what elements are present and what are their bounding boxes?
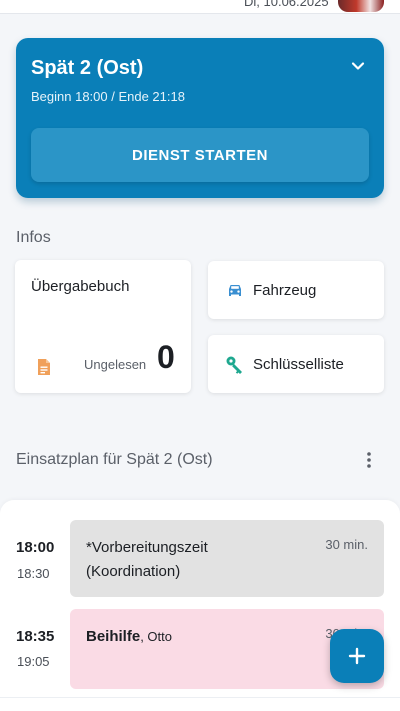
car-icon <box>229 285 241 296</box>
avatar[interactable] <box>338 0 384 12</box>
shift-card: Spät 2 (Ost) Beginn 18:00 / Ende 21:18 D… <box>16 38 384 198</box>
entry-end-time: 18:30 <box>17 566 50 581</box>
entry-end-time: 19:05 <box>17 654 50 669</box>
entry-title: Beihilfe, Otto <box>86 625 306 649</box>
plus-icon <box>348 647 366 665</box>
add-button[interactable] <box>330 629 384 683</box>
more-vert-icon[interactable] <box>362 451 376 469</box>
fahrzeug-label: Fahrzeug <box>253 282 317 299</box>
unread-count: 0 <box>157 339 175 375</box>
infos-heading: Infos <box>16 229 51 246</box>
plan-entry[interactable]: *Vorbereitungszeit (Koordination) 30 min… <box>70 520 384 597</box>
plan-heading: Einsatzplan für Spät 2 (Ost) <box>16 451 213 468</box>
uebergabebuch-card[interactable]: Übergabebuch Ungelesen 0 <box>15 260 191 393</box>
fahrzeug-card[interactable]: Fahrzeug <box>208 261 384 319</box>
entry-person: , Otto <box>140 629 172 644</box>
entry-start-time: 18:00 <box>16 539 55 556</box>
schluesselliste-label: Schlüsselliste <box>253 356 344 373</box>
document-icon <box>38 359 50 375</box>
key-icon <box>226 356 242 374</box>
start-shift-button[interactable]: DIENST STARTEN <box>31 128 369 182</box>
chevron-down-icon[interactable] <box>348 56 368 76</box>
current-date: Di, 10.06.2025 <box>244 0 329 9</box>
shift-time-range: Beginn 18:00 / Ende 21:18 <box>31 89 185 104</box>
entry-title: *Vorbereitungszeit (Koordination) <box>86 539 208 580</box>
entry-title-text: Beihilfe <box>86 628 141 645</box>
entry-duration: 30 min. <box>325 537 368 552</box>
schluesselliste-card[interactable]: Schlüsselliste <box>208 335 384 393</box>
entry-start-time: 18:35 <box>16 628 55 645</box>
bottom-bar <box>0 697 400 711</box>
unread-label: Ungelesen <box>84 357 147 372</box>
shift-title: Spät 2 (Ost) <box>31 57 144 79</box>
top-bar: Di, 10.06.2025 <box>0 0 400 14</box>
uebergabebuch-title: Übergabebuch <box>31 278 130 295</box>
